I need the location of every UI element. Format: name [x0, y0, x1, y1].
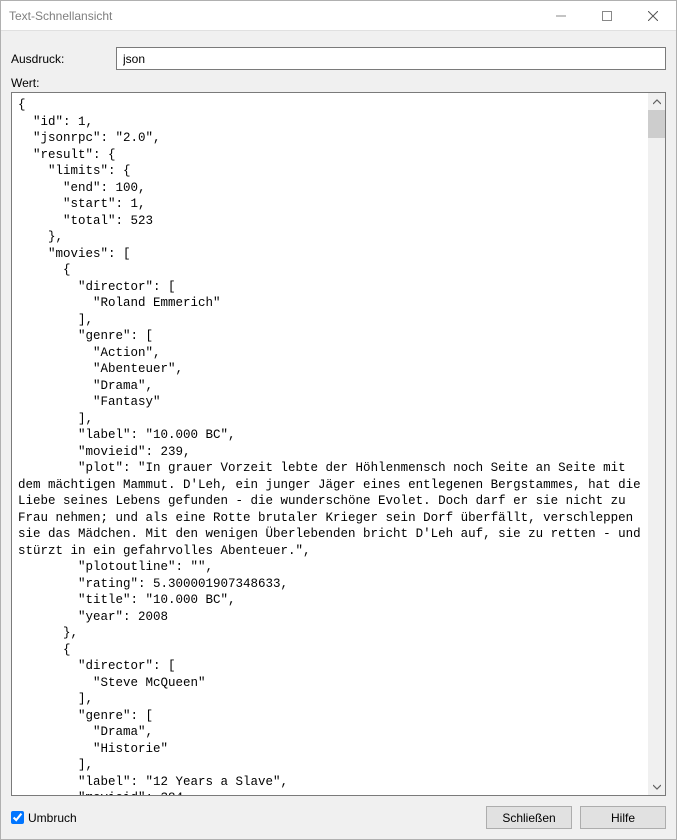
- minimize-icon: [556, 11, 566, 21]
- value-box: { "id": 1, "jsonrpc": "2.0", "result": {…: [11, 92, 666, 796]
- scroll-up-button[interactable]: [648, 93, 665, 110]
- chevron-down-icon: [653, 784, 661, 790]
- scroll-thumb[interactable]: [648, 110, 665, 138]
- wrap-checkbox-input[interactable]: [11, 811, 24, 824]
- maximize-icon: [602, 11, 612, 21]
- window-controls: [538, 1, 676, 30]
- value-text[interactable]: { "id": 1, "jsonrpc": "2.0", "result": {…: [12, 93, 665, 795]
- footer: Umbruch Schließen Hilfe: [11, 796, 666, 829]
- help-button[interactable]: Hilfe: [580, 806, 666, 829]
- dialog-content: Ausdruck: Wert: { "id": 1, "jsonrpc": "2…: [1, 31, 676, 839]
- scrollbar[interactable]: [648, 93, 665, 795]
- window-title: Text-Schnellansicht: [9, 9, 538, 23]
- value-label: Wert:: [11, 76, 666, 90]
- expression-input[interactable]: [116, 47, 666, 70]
- maximize-button[interactable]: [584, 1, 630, 30]
- expression-row: Ausdruck:: [11, 39, 666, 76]
- titlebar[interactable]: Text-Schnellansicht: [1, 1, 676, 31]
- close-icon: [648, 11, 658, 21]
- dialog-window: Text-Schnellansicht Ausdruck: Wert: { "i…: [0, 0, 677, 840]
- wrap-checkbox-label: Umbruch: [28, 811, 77, 825]
- scroll-down-button[interactable]: [648, 778, 665, 795]
- close-button[interactable]: Schließen: [486, 806, 572, 829]
- minimize-button[interactable]: [538, 1, 584, 30]
- close-window-button[interactable]: [630, 1, 676, 30]
- chevron-up-icon: [653, 99, 661, 105]
- expression-label: Ausdruck:: [11, 52, 116, 66]
- wrap-checkbox[interactable]: Umbruch: [11, 811, 77, 825]
